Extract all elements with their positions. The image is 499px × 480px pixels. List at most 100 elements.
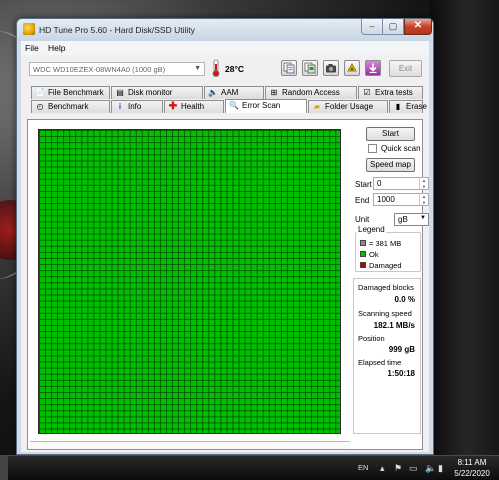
tab-label: Folder Usage bbox=[325, 102, 374, 111]
camera-icon[interactable] bbox=[323, 60, 339, 76]
speed-map-button[interactable]: Speed map bbox=[366, 158, 415, 172]
chevron-down-icon: ▼ bbox=[420, 215, 426, 221]
end-spinner[interactable]: ▲ ▼ bbox=[419, 194, 428, 205]
start-button[interactable]: Start bbox=[366, 127, 415, 141]
client-area: WDC WD10EZEX-08WN4A0 (1000 gB) ▼ 28°C Ex… bbox=[21, 55, 429, 452]
file-benchmark-icon: 📄 bbox=[35, 88, 45, 97]
copy-text-icon[interactable] bbox=[281, 60, 297, 76]
quick-scan-label: Quick scan bbox=[381, 144, 421, 153]
tab-extra-tests[interactable]: ☑ Extra tests bbox=[358, 86, 423, 99]
start-spinner[interactable]: ▲ ▼ bbox=[419, 178, 428, 189]
clock-time[interactable]: 8:11 AM bbox=[452, 458, 492, 467]
erase-icon: ▮ bbox=[395, 102, 401, 111]
legend-swatch-red bbox=[360, 262, 366, 268]
volume-icon[interactable]: 🔈 bbox=[425, 463, 436, 474]
drive-select[interactable]: WDC WD10EZEX-08WN4A0 (1000 gB) ▼ bbox=[29, 62, 205, 76]
wallpaper-dark-band bbox=[430, 0, 499, 455]
tab-label: Extra tests bbox=[375, 88, 413, 97]
end-input[interactable]: 1000 ▲ ▼ bbox=[373, 193, 429, 206]
benchmark-icon: ◴ bbox=[36, 102, 44, 111]
language-indicator[interactable]: EN bbox=[358, 463, 368, 472]
tab-label: File Benchmark bbox=[48, 88, 104, 97]
start-input[interactable]: 0 ▲ ▼ bbox=[373, 177, 429, 190]
tab-label: Disk monitor bbox=[128, 88, 173, 97]
position-label: Position bbox=[358, 334, 385, 343]
tab-benchmark[interactable]: ◴ Benchmark bbox=[31, 100, 110, 113]
power-icon[interactable]: ▮ bbox=[438, 463, 443, 474]
status-strip bbox=[30, 441, 350, 449]
damaged-blocks-label: Damaged blocks bbox=[358, 283, 414, 292]
title-bar[interactable]: HD Tune Pro 5.60 - Hard Disk/SSD Utility… bbox=[17, 19, 433, 41]
end-input-value: 1000 bbox=[377, 195, 395, 204]
app-icon bbox=[23, 23, 35, 35]
health-cross-icon: ✚ bbox=[168, 101, 178, 112]
magnifier-icon: 🔍 bbox=[229, 101, 239, 110]
taskbar: EN ▴ ⚑ ▭ 🔈 ▮ 8:11 AM 5/22/2020 bbox=[0, 455, 499, 480]
tab-label: Random Access bbox=[282, 88, 340, 97]
save-icon[interactable] bbox=[344, 60, 360, 76]
tab-aam[interactable]: 🔈 AAM bbox=[204, 86, 264, 99]
random-access-icon: ⊞ bbox=[270, 88, 278, 97]
spin-down-icon[interactable]: ▼ bbox=[420, 184, 428, 190]
clock-date[interactable]: 5/22/2020 bbox=[452, 469, 492, 478]
speaker-icon: 🔈 bbox=[208, 88, 218, 97]
end-field-label: End bbox=[355, 196, 370, 205]
scanning-speed-value: 182.1 MB/s bbox=[373, 321, 415, 330]
tab-erase[interactable]: ▮ Erase bbox=[389, 100, 427, 113]
tab-label: Health bbox=[181, 102, 205, 111]
position-value: 999 gB bbox=[388, 345, 415, 354]
start-input-value: 0 bbox=[377, 179, 382, 188]
tab-info[interactable]: i Info bbox=[111, 100, 163, 113]
unit-select[interactable]: gB ▼ bbox=[394, 213, 429, 226]
tab-label: Info bbox=[128, 102, 142, 111]
menu-bar: File Help bbox=[21, 41, 429, 55]
damaged-blocks-value: 0.0 % bbox=[394, 295, 415, 304]
folder-icon: ▰ bbox=[313, 102, 321, 111]
legend-swatch-green bbox=[360, 251, 366, 257]
tab-file-benchmark[interactable]: 📄 File Benchmark bbox=[31, 86, 110, 99]
flag-icon[interactable]: ⚑ bbox=[394, 463, 402, 474]
tab-error-scan[interactable]: 🔍 Error Scan bbox=[225, 99, 307, 113]
exit-button[interactable]: Exit bbox=[389, 60, 422, 77]
quick-scan-checkbox[interactable] bbox=[368, 144, 377, 153]
error-scan-panel: Start Quick scan Speed map Start 0 ▲ ▼ En… bbox=[27, 119, 429, 450]
disk-monitor-icon: ▤ bbox=[116, 88, 124, 97]
menu-file[interactable]: File bbox=[25, 43, 39, 53]
scanning-speed-label: Scanning speed bbox=[358, 309, 412, 318]
chevron-down-icon: ▼ bbox=[194, 65, 201, 72]
info-icon: i bbox=[118, 102, 122, 111]
spin-down-icon[interactable]: ▼ bbox=[420, 200, 428, 206]
minimize-button[interactable]: ‒ bbox=[361, 19, 383, 35]
scan-block-grid bbox=[38, 129, 341, 434]
tab-label: Benchmark bbox=[48, 102, 89, 111]
app-window: HD Tune Pro 5.60 - Hard Disk/SSD Utility… bbox=[16, 18, 434, 455]
drive-select-value: WDC WD10EZEX-08WN4A0 (1000 gB) bbox=[33, 65, 166, 74]
tab-label: Error Scan bbox=[242, 101, 281, 110]
start-field-label: Start bbox=[355, 180, 372, 189]
temperature-readout: 28°C bbox=[225, 64, 244, 74]
legend-title: Legend bbox=[357, 225, 386, 234]
tab-label: Erase bbox=[406, 102, 427, 111]
stats-panel: Damaged blocks 0.0 % Scanning speed 182.… bbox=[353, 278, 421, 434]
extra-tests-icon: ☑ bbox=[363, 88, 371, 97]
legend-swatch-grey bbox=[360, 240, 366, 246]
chevron-up-icon[interactable]: ▴ bbox=[380, 463, 385, 474]
tab-health[interactable]: ✚ Health bbox=[164, 100, 224, 113]
maximize-button[interactable]: ▢ bbox=[383, 19, 404, 35]
menu-help[interactable]: Help bbox=[48, 43, 65, 53]
copy-screenshot-icon[interactable] bbox=[302, 60, 318, 76]
legend-box: = 381 MB Ok Damaged bbox=[355, 232, 421, 272]
tab-label: AAM bbox=[221, 88, 239, 97]
tab-folder-usage[interactable]: ▰ Folder Usage bbox=[308, 100, 388, 113]
unit-select-value: gB bbox=[398, 215, 408, 224]
close-button[interactable]: ✕ bbox=[404, 19, 432, 35]
network-icon[interactable]: ▭ bbox=[409, 463, 418, 474]
elapsed-time-value: 1:50:18 bbox=[387, 369, 415, 378]
tab-random-access[interactable]: ⊞ Random Access bbox=[265, 86, 357, 99]
tab-disk-monitor[interactable]: ▤ Disk monitor bbox=[111, 86, 203, 99]
taskbar-window-edge[interactable] bbox=[0, 456, 8, 480]
unit-label: Unit bbox=[355, 215, 370, 224]
elapsed-time-label: Elapsed time bbox=[358, 358, 402, 367]
window-title: HD Tune Pro 5.60 - Hard Disk/SSD Utility bbox=[39, 25, 195, 35]
download-icon[interactable] bbox=[365, 60, 381, 76]
